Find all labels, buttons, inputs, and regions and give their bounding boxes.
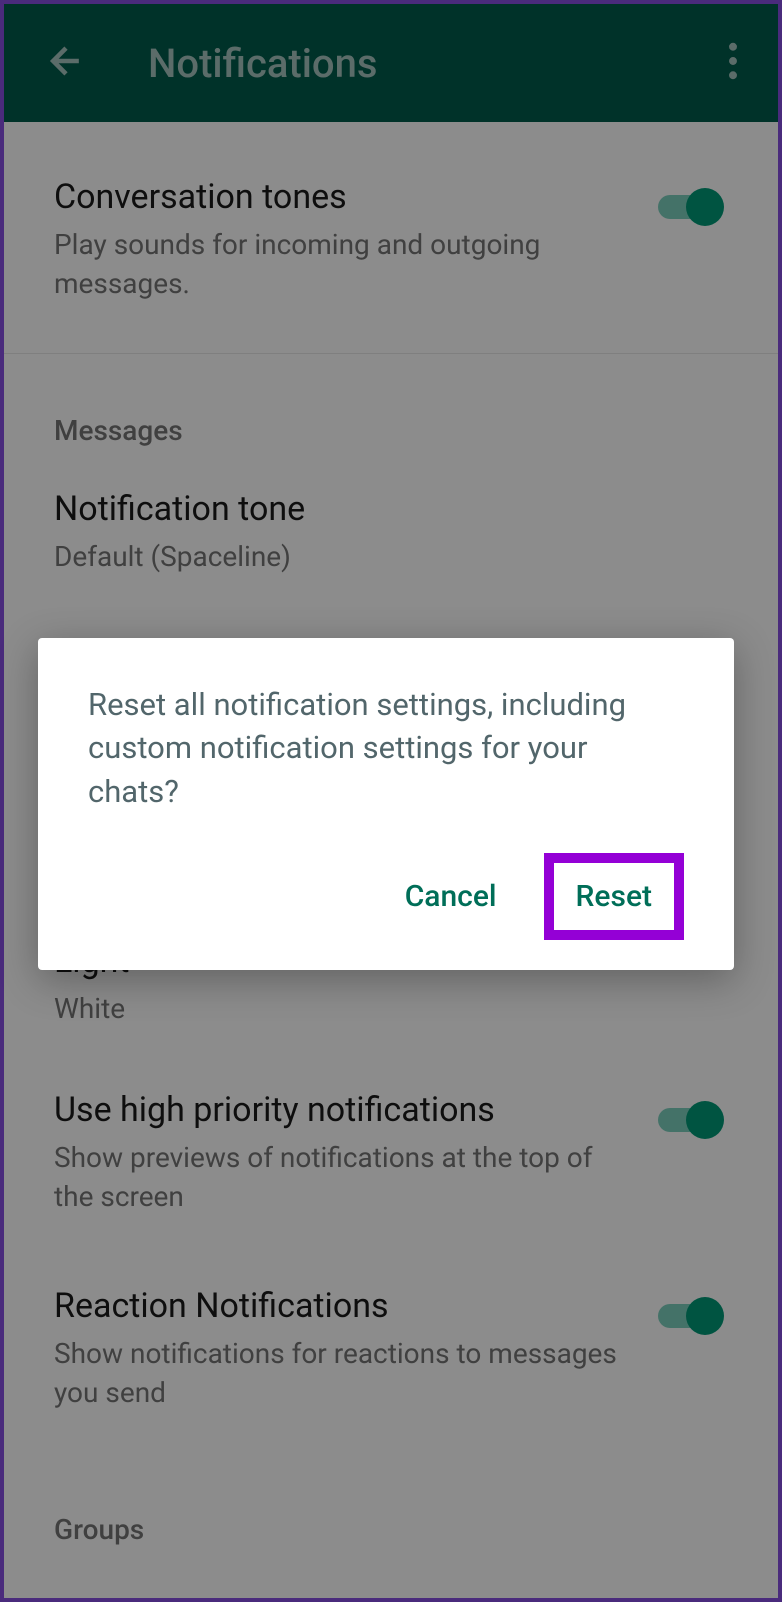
- reset-button[interactable]: Reset: [554, 863, 674, 930]
- reset-highlight: Reset: [544, 853, 684, 940]
- reset-dialog: Reset all notification settings, includi…: [38, 638, 734, 970]
- cancel-button[interactable]: Cancel: [383, 863, 519, 930]
- dialog-actions: Cancel Reset: [88, 853, 684, 940]
- dialog-message: Reset all notification settings, includi…: [88, 683, 684, 813]
